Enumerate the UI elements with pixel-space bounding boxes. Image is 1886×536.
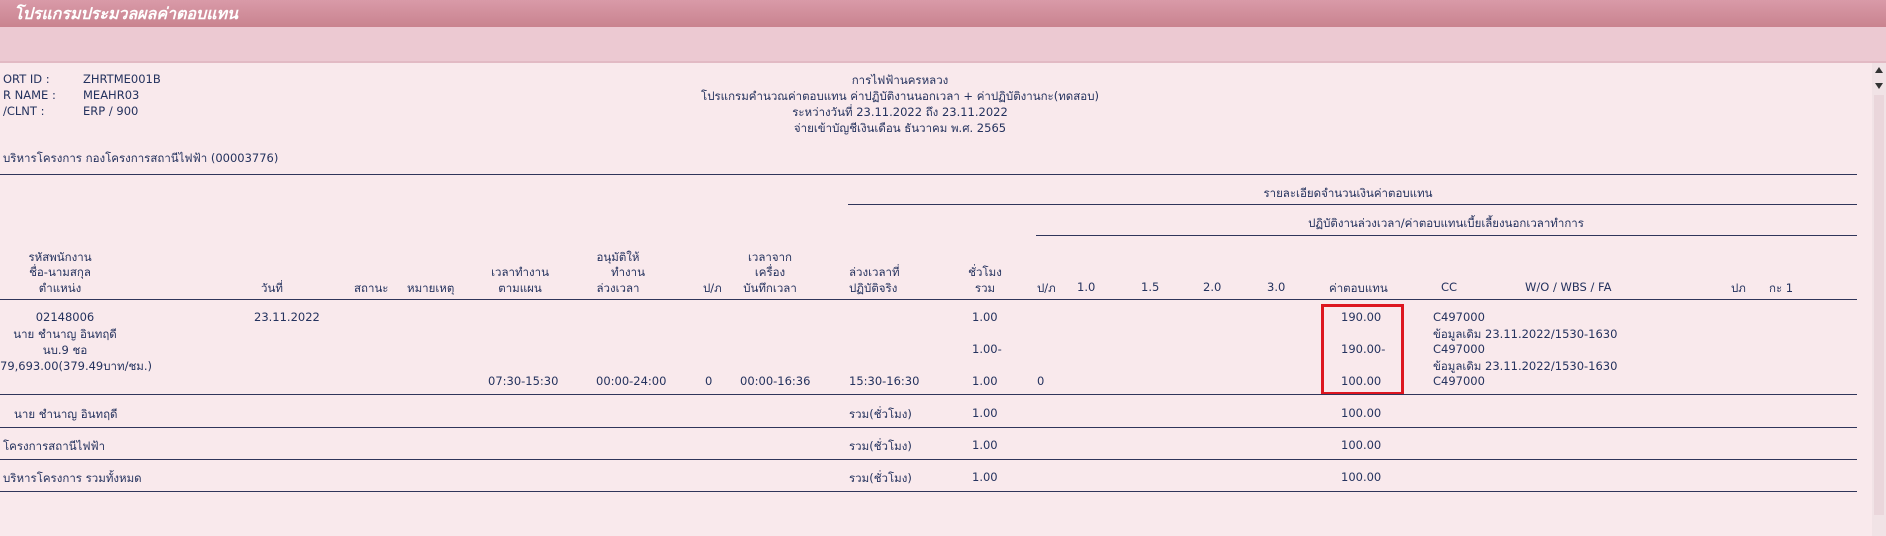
summary-project-label: โครงการสถานีไฟฟ้า — [3, 439, 106, 453]
col-hours-2: รวม — [974, 281, 996, 295]
col-actual-2: ปฏิบัติจริง — [849, 281, 898, 295]
col-approve-3: ล่วงเวลา — [596, 281, 640, 295]
summary2-rule — [0, 459, 1857, 460]
employee-date: 23.11.2022 — [254, 310, 320, 324]
summary-total-label: บริหารโครงการ รวมทั้งหมด — [3, 471, 142, 485]
employee-id: 02148006 — [35, 310, 95, 324]
summary-total-sum-label: รวม(ชั่วโมง) — [849, 471, 912, 485]
report-id-label: ORT ID : — [3, 72, 50, 86]
summary-employee-label: นาย ชำนาญ อินทฤดี — [14, 407, 118, 421]
highlight-box — [1321, 304, 1404, 395]
row3-machine: 00:00-16:36 — [740, 374, 811, 388]
col-rate-2-0: 2.0 — [1203, 280, 1222, 294]
row3-plan: 07:30-15:30 — [488, 374, 559, 388]
row3-pr2: 0 — [1037, 374, 1045, 388]
summary-project-sum-label: รวม(ชั่วโมง) — [849, 439, 912, 453]
row3-hours: 1.00 — [972, 374, 998, 388]
col-pay: ค่าตอบแทน — [1329, 281, 1388, 295]
client-label: /CLNT : — [3, 104, 45, 118]
summary-total-pay: 100.00 — [1341, 470, 1382, 484]
report-id-value: ZHRTME001B — [83, 72, 161, 86]
summary-project-hours: 1.00 — [972, 438, 998, 452]
table-top-rule — [0, 174, 1857, 175]
col-plan-2: ตามแผน — [498, 281, 542, 295]
col-rate-1-0: 1.0 — [1077, 280, 1096, 294]
ot-group-rule — [1036, 235, 1857, 236]
summary-employee-sum-label: รวม(ชั่วโมง) — [849, 407, 912, 421]
col-status: สถานะ — [354, 281, 389, 295]
col-wo: W/O / WBS / FA — [1525, 280, 1612, 294]
scrollbar-track[interactable] — [1874, 95, 1884, 515]
row2-hours: 1.00- — [972, 342, 1002, 356]
summary-project-pay: 100.00 — [1341, 438, 1382, 452]
col-rate-1-5: 1.5 — [1141, 280, 1160, 294]
col-pr: ป/ภ — [703, 281, 722, 295]
summary-employee-hours: 1.00 — [972, 406, 998, 420]
report-name-label: R NAME : — [3, 88, 56, 102]
col-rate-3-0: 3.0 — [1267, 280, 1286, 294]
scroll-up-arrow-icon[interactable] — [1875, 67, 1883, 73]
col-pr2: ป/ภ — [1037, 281, 1056, 295]
col-emp-position: ตำแหน่ง — [38, 281, 82, 295]
row3-actual: 15:30-16:30 — [849, 374, 920, 388]
detail-group-header: รายละเอียดจำนวนเงินค่าตอบแทน — [1263, 186, 1433, 200]
row2-cc: C497000 — [1433, 342, 1485, 356]
row3-pr: 0 — [705, 374, 713, 388]
toolbar — [0, 27, 1886, 63]
summary-total-hours: 1.00 — [972, 470, 998, 484]
col-cc: CC — [1441, 280, 1458, 294]
col-shift: กะ 1 — [1769, 281, 1794, 295]
report-area: ORT ID : ZHRTME001B R NAME : MEAHR03 /CL… — [0, 63, 1872, 536]
org-line: บริหารโครงการ กองโครงการสถานีไฟฟ้า (0000… — [3, 151, 279, 165]
col-pk: ปภ — [1731, 281, 1746, 295]
row1-cc: C497000 — [1433, 310, 1485, 324]
summary-employee-pay: 100.00 — [1341, 406, 1382, 420]
summary1-rule — [0, 427, 1857, 428]
header-bottom-rule — [0, 299, 1857, 300]
summary3-rule — [0, 491, 1857, 492]
vertical-scrollbar[interactable] — [1872, 63, 1886, 536]
row3-approve: 00:00-24:00 — [596, 374, 667, 388]
window-title: โปรแกรมประมวลผลค่าตอบแทน — [14, 4, 238, 23]
detail-group-rule — [848, 204, 1857, 205]
detail-bottom-rule — [0, 394, 1857, 395]
scroll-down-arrow-icon[interactable] — [1875, 83, 1883, 89]
title-bar: โปรแกรมประมวลผลค่าตอบแทน — [0, 0, 1886, 27]
client-value: ERP / 900 — [83, 104, 139, 118]
ot-group-header: ปฏิบัติงานล่วงเวลา/ค่าตอบแทนเบี้ยเลี้ยงน… — [1308, 216, 1584, 230]
col-machine-3: บันทึกเวลา — [743, 281, 797, 295]
row1-hours: 1.00 — [972, 310, 998, 324]
row3-cc: C497000 — [1433, 374, 1485, 388]
report-name-value: MEAHR03 — [83, 88, 140, 102]
col-date: วันที่ — [261, 281, 283, 295]
col-note: หมายเหตุ — [407, 281, 455, 295]
report-payment: จ่ายเข้าบัญชีเงินเดือน ธันวาคม พ.ศ. 2565 — [793, 121, 1007, 135]
employee-salary: 79,693.00(379.49บาท/ชม.) — [0, 359, 152, 373]
